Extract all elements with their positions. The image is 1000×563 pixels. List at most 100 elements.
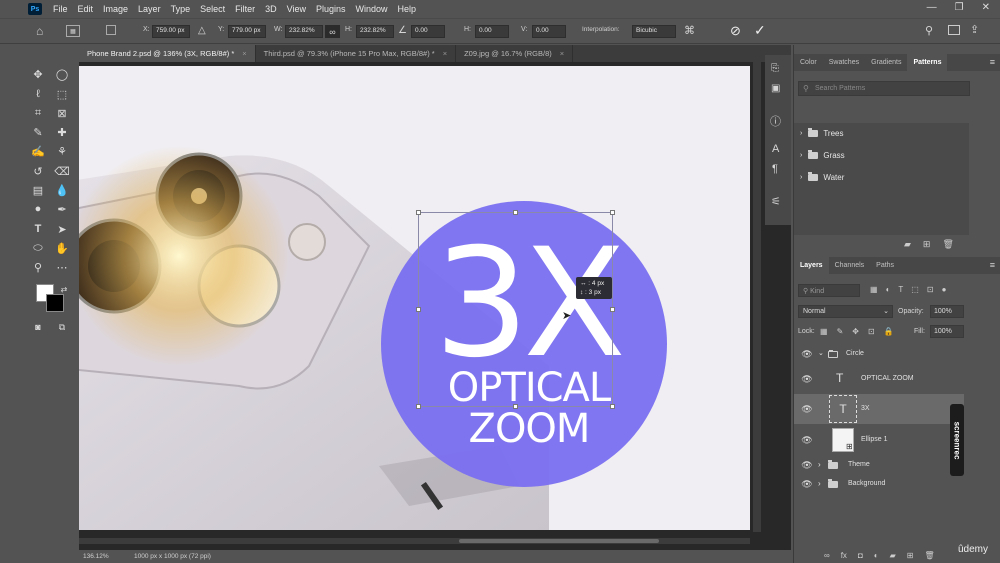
new-pattern-icon[interactable]: ⊞ — [923, 239, 931, 250]
frame-tool-icon[interactable]: ⊠ — [55, 106, 69, 120]
quick-mask-icon[interactable]: ◙ — [31, 320, 45, 334]
menu-filter[interactable]: Filter — [230, 4, 260, 14]
adjustment-filter-icon[interactable]: ◐ — [886, 285, 891, 294]
menu-3d[interactable]: 3D — [260, 4, 282, 14]
commit-transform-icon[interactable]: ✓ — [754, 22, 766, 39]
link-icon[interactable]: ∞ — [325, 25, 340, 38]
horizontal-scrollbar[interactable] — [79, 538, 750, 544]
visibility-eye-icon[interactable]: 👁 — [801, 479, 812, 489]
background-color-swatch[interactable] — [46, 294, 64, 312]
x-field[interactable]: 759.00 px — [152, 25, 190, 38]
restore-icon[interactable]: ❐ — [955, 2, 964, 13]
filter-toggle-icon[interactable]: ● — [942, 285, 947, 294]
document-canvas[interactable]: 3X OPTICAL ZOOM ↔ : 4 px ↕ : 3 px ➤ — [79, 66, 750, 530]
visibility-eye-icon[interactable]: 👁 — [801, 374, 812, 384]
visibility-eye-icon[interactable]: 👁 — [801, 435, 812, 445]
share-icon[interactable]: ⇪ — [970, 23, 979, 36]
search-patterns-input[interactable]: ⚲ Search Patterns — [798, 81, 970, 96]
workspace-icon[interactable] — [948, 25, 960, 35]
paragraph-panel-icon[interactable]: ¶ — [772, 163, 778, 175]
tab-channels[interactable]: Channels — [829, 257, 871, 274]
gradient-tool-icon[interactable]: ▤ — [31, 183, 45, 197]
screen-mode-icon[interactable]: ⧉ — [55, 320, 69, 334]
tab-swatches[interactable]: Swatches — [823, 54, 865, 71]
menu-edit[interactable]: Edit — [73, 4, 99, 14]
swap-colors-icon[interactable]: ⇄ — [57, 282, 71, 296]
new-group-icon[interactable]: ▰ — [890, 551, 896, 560]
history-brush-tool-icon[interactable]: ↺ — [31, 164, 45, 178]
eyedropper-tool-icon[interactable]: ✎ — [31, 125, 45, 139]
tab-third[interactable]: Third.psd @ 79.3% (iPhone 15 Pro Max, RG… — [256, 45, 457, 62]
cancel-transform-icon[interactable]: ⊘ — [730, 23, 741, 39]
path-select-tool-icon[interactable]: ➤ — [55, 222, 69, 236]
layer-row-ellipse[interactable]: 👁 ⊞ Ellipse 1 — [794, 426, 969, 454]
chevron-right-icon[interactable]: › — [818, 460, 821, 469]
new-group-icon[interactable]: ▰ — [904, 239, 911, 250]
vskew-field[interactable]: 0.00 — [532, 25, 566, 38]
info-panel-icon[interactable]: ⓘ — [770, 113, 781, 129]
chevron-right-icon[interactable]: › — [800, 174, 802, 181]
menu-layer[interactable]: Layer — [133, 4, 166, 14]
layer-row-3x-selected[interactable]: 👁 T 3X — [794, 394, 964, 424]
crop-tool-icon[interactable]: ⌗ — [31, 106, 45, 120]
layer-row-circle[interactable]: 👁 ⌄ Circle — [794, 342, 969, 366]
transform-handle[interactable] — [416, 404, 421, 409]
comments-panel-icon[interactable]: ▣ — [771, 83, 780, 94]
h-field[interactable]: 232.82% — [356, 25, 394, 38]
transform-handle[interactable] — [610, 307, 615, 312]
more-tools-icon[interactable]: ⋯ — [55, 260, 69, 274]
chevron-right-icon[interactable]: › — [800, 152, 802, 159]
character-panel-icon[interactable]: A — [772, 143, 779, 155]
type-tool-icon[interactable]: T — [31, 222, 45, 236]
warp-icon[interactable]: ⌘ — [684, 24, 695, 37]
vertical-scrollbar[interactable] — [753, 62, 761, 532]
visibility-eye-icon[interactable]: 👁 — [801, 460, 812, 470]
pixel-filter-icon[interactable]: ▦ — [870, 285, 878, 294]
marquee-tool-icon[interactable]: ◯ — [55, 67, 69, 81]
tab-layers[interactable]: Layers — [794, 257, 829, 274]
type-filter-icon[interactable]: T — [898, 285, 903, 294]
dodge-tool-icon[interactable]: ● — [31, 202, 45, 216]
chevron-right-icon[interactable]: › — [818, 479, 821, 488]
delete-layer-icon[interactable]: 🗑 — [924, 551, 934, 560]
new-layer-icon[interactable]: ⊞ — [907, 551, 914, 560]
delete-icon[interactable]: 🗑 — [942, 239, 953, 250]
minimize-icon[interactable]: — — [927, 2, 937, 13]
search-icon[interactable]: ⚲ — [925, 24, 933, 37]
layer-row-optical-zoom[interactable]: 👁 T OPTICAL ZOOM — [794, 365, 969, 393]
ellipse-tool-icon[interactable]: ⬭ — [31, 241, 45, 255]
opacity-field[interactable]: 100% — [930, 305, 964, 318]
menu-view[interactable]: View — [282, 4, 311, 14]
transform-handle[interactable] — [416, 307, 421, 312]
layer-row-background[interactable]: 👁 › Background — [794, 472, 969, 496]
tab-z09[interactable]: Z09.jpg @ 16.7% (RGB/8) × — [456, 45, 574, 62]
chevron-right-icon[interactable]: › — [800, 130, 802, 137]
history-panel-icon[interactable]: ⎘ — [771, 63, 779, 74]
transform-handle[interactable] — [513, 404, 518, 409]
transform-bounding-box[interactable] — [416, 210, 615, 409]
eraser-tool-icon[interactable]: ⌫ — [54, 164, 70, 178]
close-window-icon[interactable]: ✕ — [982, 2, 990, 13]
menu-window[interactable]: Window — [351, 4, 393, 14]
angle-field[interactable]: 0.00 — [411, 25, 445, 38]
visibility-eye-icon[interactable]: 👁 — [801, 404, 812, 414]
move-tool-icon[interactable]: ✥ — [31, 67, 45, 81]
lock-artboard-icon[interactable]: ⊡ — [868, 327, 875, 336]
pattern-group-trees[interactable]: › Trees — [800, 128, 844, 138]
shape-filter-icon[interactable]: ⬚ — [911, 285, 919, 294]
lock-all-icon[interactable]: 🔒 — [884, 327, 894, 336]
close-icon[interactable]: × — [242, 49, 246, 58]
blur-tool-icon[interactable]: 💧 — [55, 183, 69, 197]
tab-paths[interactable]: Paths — [870, 257, 900, 274]
smart-object-filter-icon[interactable]: ⊡ — [927, 285, 934, 294]
close-icon[interactable]: × — [560, 49, 564, 58]
menu-plugins[interactable]: Plugins — [311, 4, 351, 14]
menu-image[interactable]: Image — [98, 4, 133, 14]
pattern-group-grass[interactable]: › Grass — [800, 150, 845, 160]
transform-handle[interactable] — [610, 404, 615, 409]
adjustment-layer-icon[interactable]: ◐ — [874, 551, 879, 560]
hskew-field[interactable]: 0.00 — [475, 25, 509, 38]
relative-position-icon[interactable]: △ — [198, 25, 206, 36]
lock-image-icon[interactable]: ✎ — [837, 327, 844, 336]
home-icon[interactable]: ⌂ — [36, 24, 43, 38]
